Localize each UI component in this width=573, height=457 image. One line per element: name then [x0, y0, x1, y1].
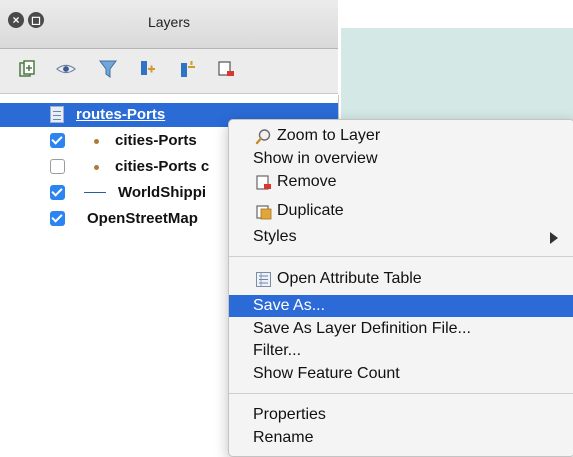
- collapse-all-icon[interactable]: [178, 59, 198, 79]
- layers-toolbar: [0, 49, 338, 94]
- menu-item-duplicate[interactable]: Duplicate: [229, 200, 573, 222]
- panel-titlebar: × ◻ Layers: [0, 0, 338, 49]
- layer-label: OpenStreetMap: [87, 210, 198, 227]
- menu-item-open-attribute-table[interactable]: Open Attribute Table: [229, 268, 573, 290]
- point-symbol-icon: [94, 139, 99, 144]
- submenu-arrow-icon: [550, 232, 558, 244]
- layer-label: cities-Ports c: [115, 158, 210, 175]
- table-icon: [50, 106, 64, 123]
- menu-item-show-feature-count[interactable]: Show Feature Count: [229, 363, 573, 385]
- layer-checkbox[interactable]: [50, 211, 65, 226]
- layer-context-menu: Zoom to Layer Show in overview Remove Du…: [228, 119, 573, 457]
- menu-item-show-in-overview[interactable]: Show in overview: [229, 148, 573, 170]
- menu-item-zoom-to-layer[interactable]: Zoom to Layer: [229, 125, 573, 147]
- point-symbol-icon: [94, 165, 99, 170]
- layer-checkbox[interactable]: [50, 185, 65, 200]
- menu-item-styles[interactable]: Styles: [229, 226, 573, 248]
- duplicate-icon: [255, 203, 272, 220]
- zoom-magnifier-icon: [255, 128, 272, 145]
- remove-layer-icon[interactable]: [216, 59, 236, 79]
- menu-separator: [229, 256, 573, 257]
- panel-title: Layers: [147, 14, 191, 30]
- menu-item-filter[interactable]: Filter...: [229, 340, 573, 362]
- layer-label: cities-Ports: [115, 132, 197, 149]
- remove-icon: [255, 174, 272, 191]
- menu-separator: [229, 393, 573, 394]
- layer-checkbox[interactable]: [50, 133, 65, 148]
- menu-item-save-as-layer-definition[interactable]: Save As Layer Definition File...: [229, 318, 573, 340]
- layer-label: WorldShippi: [118, 184, 207, 201]
- layer-label: routes-Ports: [76, 106, 166, 123]
- menu-item-save-as[interactable]: Save As...: [229, 295, 573, 317]
- expand-all-icon[interactable]: [138, 59, 158, 79]
- add-group-icon[interactable]: [18, 59, 38, 79]
- layer-checkbox[interactable]: [50, 159, 65, 174]
- menu-item-remove[interactable]: Remove: [229, 171, 573, 193]
- menu-item-rename[interactable]: Rename: [229, 427, 573, 449]
- line-symbol-icon: [84, 192, 106, 193]
- eye-icon[interactable]: [56, 59, 76, 79]
- attribute-table-icon: [255, 271, 272, 288]
- menu-item-properties[interactable]: Properties: [229, 404, 573, 426]
- filter-icon[interactable]: [98, 59, 118, 79]
